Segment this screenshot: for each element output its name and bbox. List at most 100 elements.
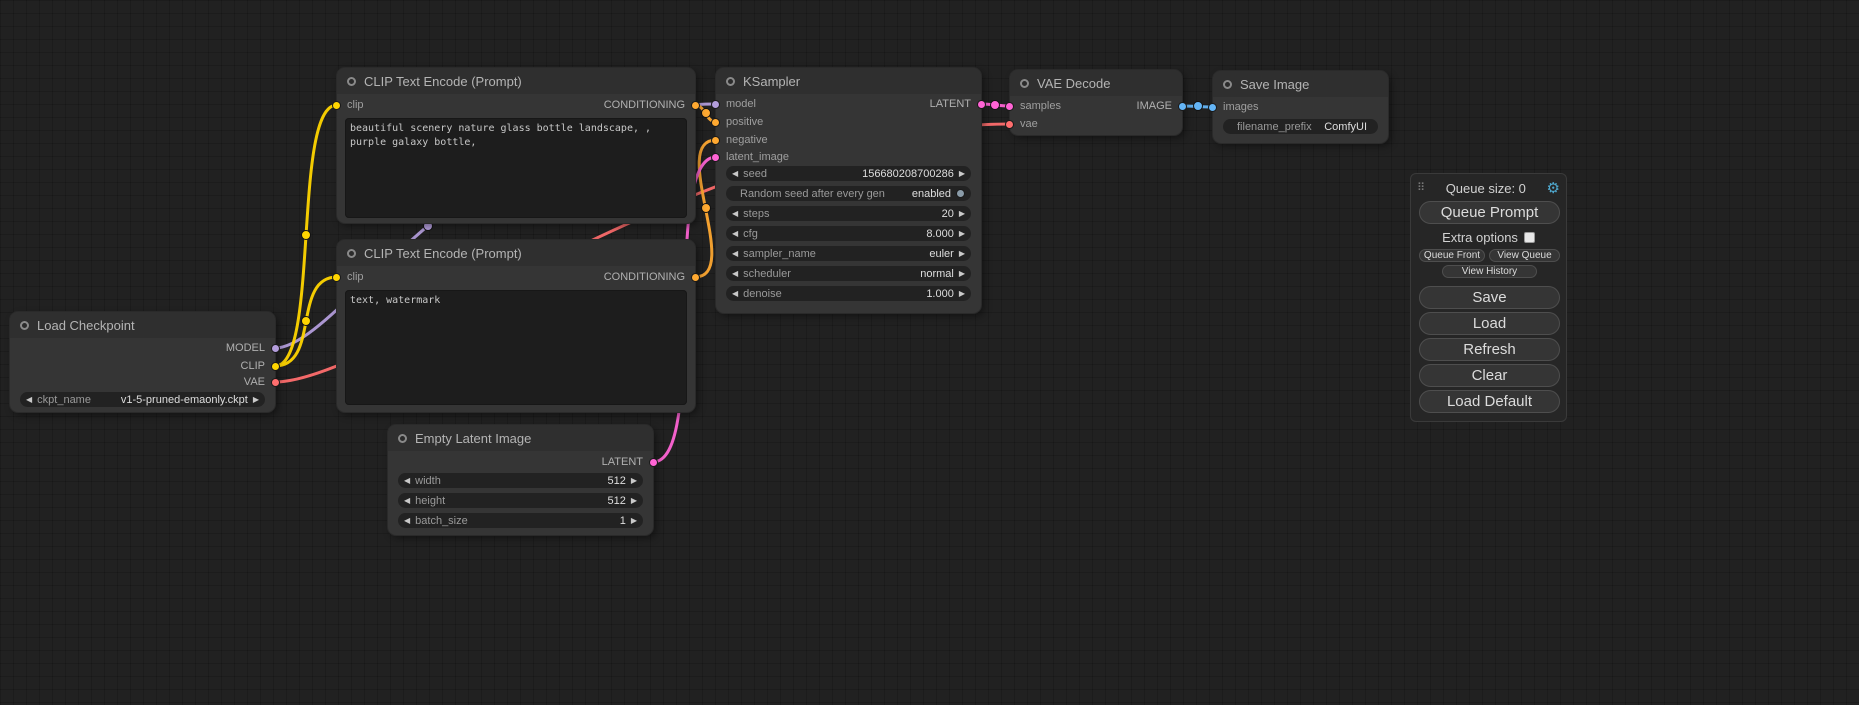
load-default-button[interactable]: Load Default	[1419, 390, 1560, 413]
increment-arrow-icon[interactable]: ▶	[631, 477, 637, 485]
view-history-button[interactable]: View History	[1442, 265, 1537, 278]
widget-denoise[interactable]: ◀ denoise 1.000 ▶	[726, 286, 971, 301]
widget-random-seed-toggle[interactable]: Random seed after every gen enabled	[726, 186, 971, 201]
input-port-samples[interactable]: samples	[1005, 100, 1061, 112]
queue-front-button[interactable]: Queue Front	[1419, 249, 1485, 262]
port-dot[interactable]	[1208, 103, 1217, 112]
settings-gear-icon[interactable]: ⚙	[1547, 181, 1560, 196]
input-port-negative[interactable]: negative	[711, 134, 768, 146]
port-dot[interactable]	[711, 153, 720, 162]
widget-steps[interactable]: ◀ steps 20 ▶	[726, 206, 971, 221]
increment-arrow-icon[interactable]: ▶	[959, 250, 965, 258]
input-port-latent-image[interactable]: latent_image	[711, 151, 789, 163]
decrement-arrow-icon[interactable]: ◀	[404, 477, 410, 485]
port-dot[interactable]	[271, 362, 280, 371]
input-port-images[interactable]: images	[1208, 101, 1258, 113]
prompt-textarea[interactable]: beautiful scenery nature glass bottle la…	[345, 118, 687, 218]
node-titlebar[interactable]: VAE Decode	[1010, 70, 1182, 96]
decrement-arrow-icon[interactable]: ◀	[732, 290, 738, 298]
output-port-latent[interactable]: LATENT	[930, 98, 986, 110]
output-port-conditioning[interactable]: CONDITIONING	[604, 271, 700, 283]
node-titlebar[interactable]: Empty Latent Image	[388, 425, 653, 451]
increment-arrow-icon[interactable]: ▶	[959, 290, 965, 298]
view-queue-button[interactable]: View Queue	[1489, 249, 1560, 262]
queue-prompt-button[interactable]: Queue Prompt	[1419, 201, 1560, 224]
node-graph-canvas[interactable]: Load Checkpoint MODEL CLIP VAE ◀ ckpt_na…	[0, 0, 1859, 705]
decrement-arrow-icon[interactable]: ◀	[732, 230, 738, 238]
node-save-image[interactable]: Save Image images filename_prefix ComfyU…	[1213, 71, 1388, 143]
input-port-clip[interactable]: clip	[332, 99, 364, 111]
widget-seed[interactable]: ◀ seed 156680208700286 ▶	[726, 166, 971, 181]
collapse-dot[interactable]	[1020, 79, 1029, 88]
input-port-model[interactable]: model	[711, 98, 756, 110]
port-dot[interactable]	[332, 101, 341, 110]
collapse-dot[interactable]	[20, 321, 29, 330]
increment-arrow-icon[interactable]: ▶	[959, 230, 965, 238]
node-titlebar[interactable]: Save Image	[1213, 71, 1388, 97]
widget-batch-size[interactable]: ◀ batch_size 1 ▶	[398, 513, 643, 528]
port-dot[interactable]	[711, 100, 720, 109]
collapse-dot[interactable]	[347, 77, 356, 86]
widget-scheduler[interactable]: ◀ scheduler normal ▶	[726, 266, 971, 281]
node-clip-text-encode-negative[interactable]: CLIP Text Encode (Prompt) clip CONDITION…	[337, 240, 695, 412]
toggle-knob[interactable]	[956, 189, 965, 198]
increment-arrow-icon[interactable]: ▶	[631, 497, 637, 505]
collapse-dot[interactable]	[347, 249, 356, 258]
save-button[interactable]: Save	[1419, 286, 1560, 309]
node-titlebar[interactable]: Load Checkpoint	[10, 312, 275, 338]
decrement-arrow-icon[interactable]: ◀	[732, 210, 738, 218]
node-titlebar[interactable]: CLIP Text Encode (Prompt)	[337, 240, 695, 266]
node-vae-decode[interactable]: VAE Decode samples vae IMAGE	[1010, 70, 1182, 135]
port-dot[interactable]	[691, 101, 700, 110]
decrement-arrow-icon[interactable]: ◀	[732, 270, 738, 278]
port-dot[interactable]	[1178, 102, 1187, 111]
port-dot[interactable]	[271, 344, 280, 353]
decrement-arrow-icon[interactable]: ◀	[26, 396, 32, 404]
output-port-vae[interactable]: VAE	[244, 376, 280, 388]
collapse-dot[interactable]	[1223, 80, 1232, 89]
node-load-checkpoint[interactable]: Load Checkpoint MODEL CLIP VAE ◀ ckpt_na…	[10, 312, 275, 412]
refresh-button[interactable]: Refresh	[1419, 338, 1560, 361]
widget-sampler-name[interactable]: ◀ sampler_name euler ▶	[726, 246, 971, 261]
widget-cfg[interactable]: ◀ cfg 8.000 ▶	[726, 226, 971, 241]
port-dot[interactable]	[711, 136, 720, 145]
port-dot[interactable]	[271, 378, 280, 387]
increment-arrow-icon[interactable]: ▶	[253, 396, 259, 404]
decrement-arrow-icon[interactable]: ◀	[732, 170, 738, 178]
widget-width[interactable]: ◀ width 512 ▶	[398, 473, 643, 488]
load-button[interactable]: Load	[1419, 312, 1560, 335]
node-titlebar[interactable]: CLIP Text Encode (Prompt)	[337, 68, 695, 94]
increment-arrow-icon[interactable]: ▶	[631, 517, 637, 525]
widget-height[interactable]: ◀ height 512 ▶	[398, 493, 643, 508]
collapse-dot[interactable]	[726, 77, 735, 86]
port-dot[interactable]	[1005, 102, 1014, 111]
drag-handle-icon[interactable]: ⠿	[1417, 183, 1425, 194]
port-dot[interactable]	[711, 118, 720, 127]
output-port-image[interactable]: IMAGE	[1137, 100, 1187, 112]
port-dot[interactable]	[332, 273, 341, 282]
input-port-vae[interactable]: vae	[1005, 118, 1038, 130]
input-port-positive[interactable]: positive	[711, 116, 763, 128]
prompt-textarea[interactable]: text, watermark	[345, 290, 687, 405]
extra-options-checkbox[interactable]	[1524, 232, 1535, 243]
node-clip-text-encode-positive[interactable]: CLIP Text Encode (Prompt) clip CONDITION…	[337, 68, 695, 223]
decrement-arrow-icon[interactable]: ◀	[404, 517, 410, 525]
output-port-model[interactable]: MODEL	[226, 342, 280, 354]
output-port-clip[interactable]: CLIP	[241, 360, 280, 372]
port-dot[interactable]	[1005, 120, 1014, 129]
port-dot[interactable]	[691, 273, 700, 282]
decrement-arrow-icon[interactable]: ◀	[732, 250, 738, 258]
port-dot[interactable]	[977, 100, 986, 109]
clear-button[interactable]: Clear	[1419, 364, 1560, 387]
node-titlebar[interactable]: KSampler	[716, 68, 981, 94]
port-dot[interactable]	[649, 458, 658, 467]
increment-arrow-icon[interactable]: ▶	[959, 210, 965, 218]
output-port-latent[interactable]: LATENT	[602, 456, 658, 468]
input-port-clip[interactable]: clip	[332, 271, 364, 283]
increment-arrow-icon[interactable]: ▶	[959, 170, 965, 178]
node-ksampler[interactable]: KSampler model positive negative latent_…	[716, 68, 981, 313]
node-empty-latent-image[interactable]: Empty Latent Image LATENT ◀ width 512 ▶ …	[388, 425, 653, 535]
widget-ckpt-name[interactable]: ◀ ckpt_name v1-5-pruned-emaonly.ckpt ▶	[20, 392, 265, 407]
decrement-arrow-icon[interactable]: ◀	[404, 497, 410, 505]
widget-filename-prefix[interactable]: filename_prefix ComfyUI	[1223, 119, 1378, 134]
